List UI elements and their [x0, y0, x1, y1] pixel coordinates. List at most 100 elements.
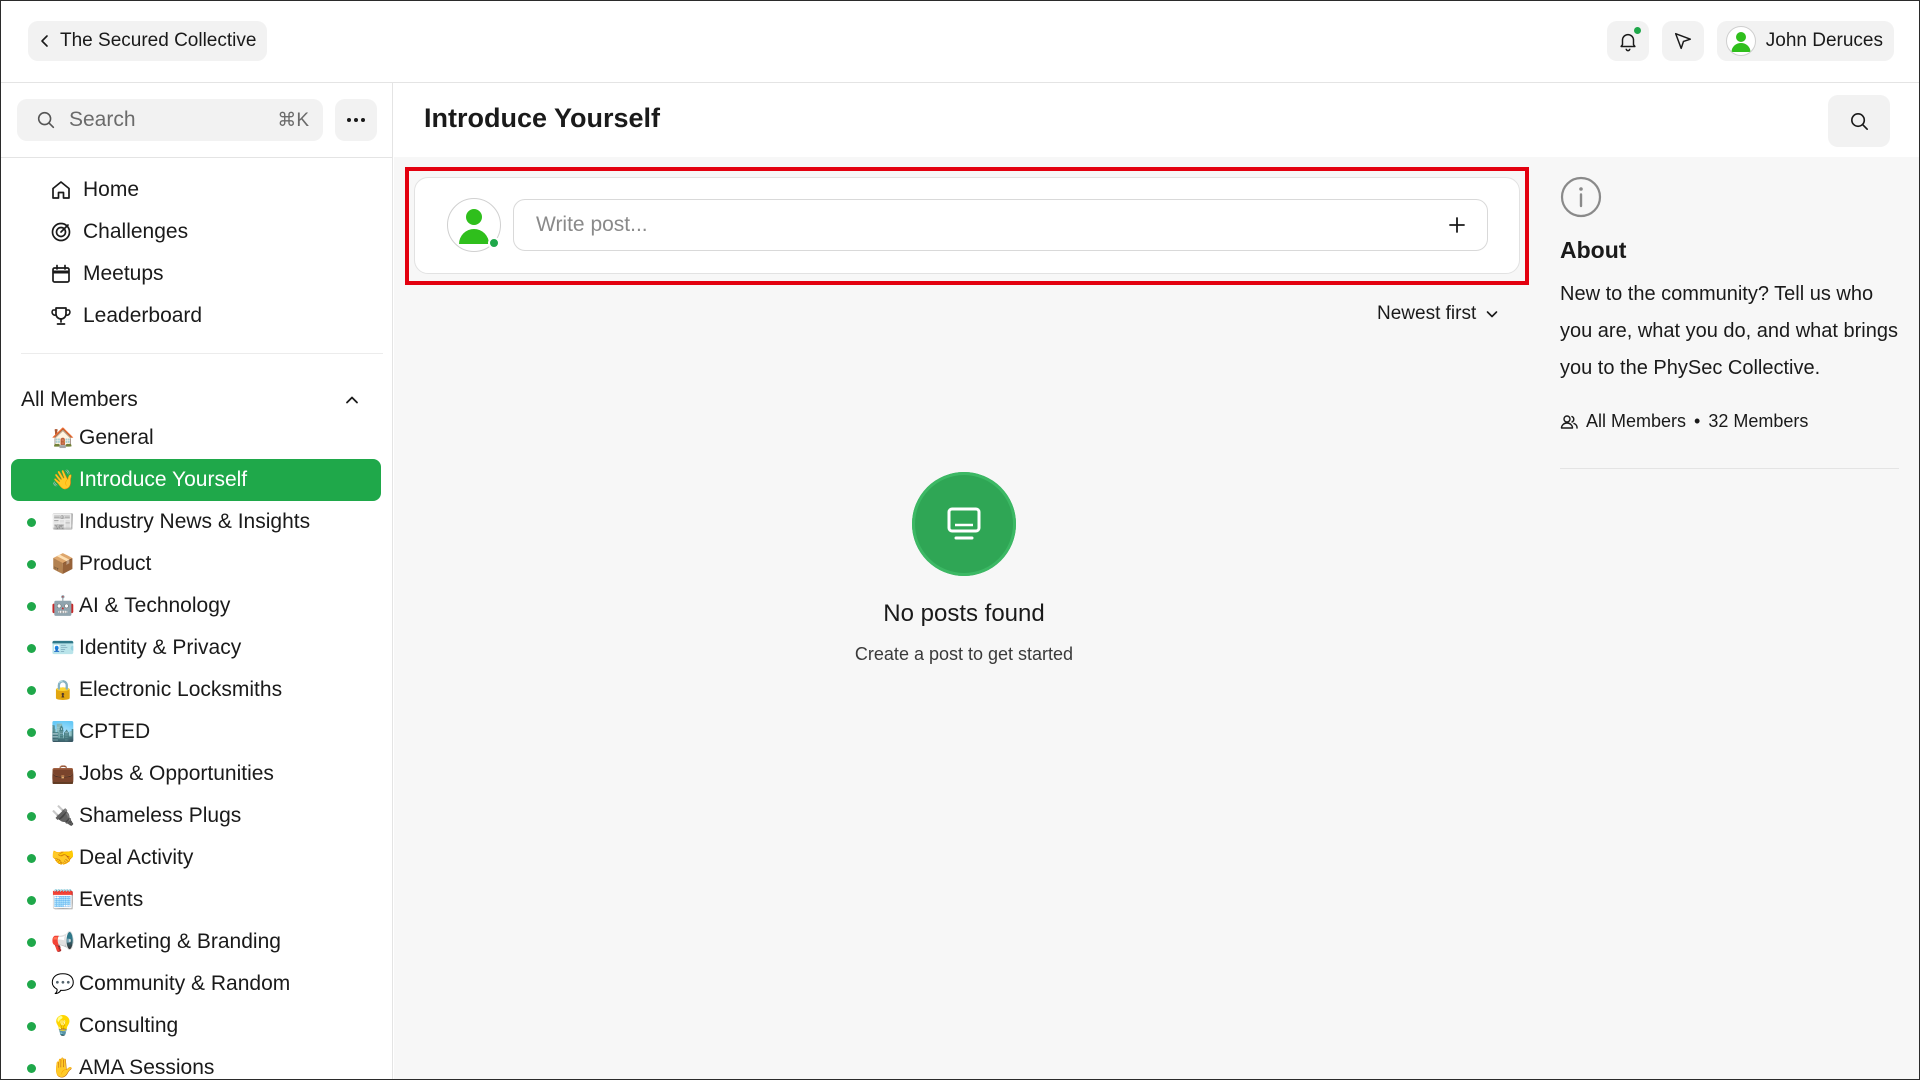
sidebar-item-label: Home — [83, 178, 140, 201]
channel-emoji-icon: 🔒 — [51, 680, 75, 701]
unread-dot — [27, 728, 36, 737]
unread-dot — [27, 1022, 36, 1031]
sidebar-item-challenges[interactable]: Challenges — [49, 211, 202, 253]
sidebar-nav: Home Challenges Meetups Leaderboard — [49, 169, 202, 337]
channel-label: Events — [79, 888, 144, 911]
app-window: The Secured Collective John Deruces Sear — [0, 0, 1920, 1080]
sidebar-item-leaderboard[interactable]: Leaderboard — [49, 295, 202, 337]
channel-item[interactable]: 🔒 Electronic Locksmiths — [11, 669, 381, 711]
unread-dot — [27, 560, 36, 569]
channel-label: Product — [79, 552, 152, 575]
post-composer: Write post... — [414, 177, 1520, 274]
community-name: The Secured Collective — [60, 30, 257, 51]
online-status-dot — [488, 237, 500, 249]
section-title: All Members — [21, 388, 138, 411]
unread-dot — [27, 980, 36, 989]
sidebar-item-label: Challenges — [83, 220, 189, 243]
sidebar-item-label: Leaderboard — [83, 304, 203, 327]
channel-emoji-icon: 📢 — [51, 932, 75, 953]
empty-state-subtitle: Create a post to get started — [854, 644, 1074, 664]
write-post-input[interactable]: Write post... — [513, 199, 1488, 251]
unread-dot — [27, 938, 36, 947]
channel-emoji-icon: 🏙️ — [51, 722, 75, 743]
messages-button[interactable] — [1661, 21, 1704, 61]
empty-state: No posts found Create a post to get star… — [754, 472, 1174, 665]
search-shortcut: ⌘K — [277, 109, 309, 131]
channel-item[interactable]: 📢 Marketing & Branding — [11, 921, 381, 963]
members-icon — [1560, 414, 1578, 429]
channel-item[interactable]: 👋 Introduce Yourself — [11, 459, 381, 501]
unread-dot — [27, 602, 36, 611]
channel-emoji-icon: 🗓️ — [51, 890, 75, 911]
channel-item[interactable]: 🗓️ Events — [11, 879, 381, 921]
channel-label: General — [79, 426, 154, 449]
channel-item[interactable]: 🏠 General — [11, 417, 381, 459]
sort-dropdown[interactable]: Newest first — [1377, 303, 1500, 325]
channel-label: Industry News & Insights — [79, 510, 311, 533]
avatar — [1725, 26, 1756, 56]
channel-item[interactable]: ✋ AMA Sessions — [11, 1047, 381, 1079]
channel-item[interactable]: 🔌 Shameless Plugs — [11, 795, 381, 837]
search-placeholder: Search — [69, 108, 136, 131]
channel-label: Shameless Plugs — [79, 804, 242, 827]
unread-dot — [27, 644, 36, 653]
notifications-button[interactable] — [1606, 21, 1649, 61]
channel-label: Deal Activity — [79, 846, 194, 869]
channel-list: 🏠 General 👋 Introduce Yourself 📰 Industry New… — [11, 417, 381, 1079]
sidebar: Search ⌘K Home Challenges Meetups Leader… — [1, 83, 393, 1079]
sidebar-divider — [1, 157, 392, 158]
channel-label: Introduce Yourself — [79, 468, 248, 491]
search-icon — [37, 111, 55, 129]
bullet-separator: • — [1694, 411, 1701, 431]
sidebar-item-home[interactable]: Home — [49, 169, 202, 211]
chevron-left-icon — [41, 35, 48, 47]
home-icon — [52, 181, 70, 199]
unread-dot — [27, 770, 36, 779]
user-menu-button[interactable]: John Deruces — [1716, 21, 1894, 61]
empty-state-title: No posts found — [883, 600, 1045, 627]
section-header-all-members[interactable]: All Members — [21, 383, 361, 417]
search-icon — [1850, 112, 1868, 130]
channel-item[interactable]: 💡 Consulting — [11, 1005, 381, 1047]
about-divider — [1560, 468, 1899, 469]
channel-label: Community & Random — [79, 972, 291, 995]
plus-icon — [1449, 217, 1465, 233]
monitor-icon — [912, 472, 1016, 576]
send-icon — [1674, 32, 1691, 50]
unread-dot — [27, 518, 36, 527]
search-posts-button[interactable] — [1828, 95, 1890, 147]
calendar-icon — [52, 264, 70, 283]
channel-item[interactable]: 📰 Industry News & Insights — [11, 501, 381, 543]
channel-emoji-icon: 💡 — [51, 1016, 75, 1037]
channel-item[interactable]: 🤖 AI & Technology — [11, 585, 381, 627]
search-input[interactable]: Search ⌘K — [17, 99, 323, 141]
channel-item[interactable]: 🤝 Deal Activity — [11, 837, 381, 879]
sidebar-search-row: Search ⌘K — [17, 99, 377, 141]
sidebar-divider — [21, 353, 383, 354]
info-icon — [1560, 176, 1602, 218]
about-description: New to the community? Tell us who you ar… — [1560, 283, 1898, 379]
channel-item[interactable]: 💼 Jobs & Opportunities — [11, 753, 381, 795]
unread-dot — [27, 1064, 36, 1073]
back-to-community-button[interactable]: The Secured Collective — [28, 21, 268, 61]
sidebar-item-meetups[interactable]: Meetups — [49, 253, 202, 295]
more-options-button[interactable] — [335, 99, 377, 141]
channel-emoji-icon: 🔌 — [51, 806, 75, 827]
about-group[interactable]: All Members — [1586, 411, 1686, 432]
channel-emoji-icon: 🪪 — [51, 638, 75, 659]
channel-emoji-icon: 🤝 — [51, 848, 75, 869]
channel-item[interactable]: 💬 Community & Random — [11, 963, 381, 1005]
channel-item[interactable]: 📦 Product — [11, 543, 381, 585]
main-header: Introduce Yourself — [394, 83, 1919, 157]
channel-label: CPTED — [79, 720, 151, 743]
user-avatar-icon — [459, 209, 489, 244]
about-member-count[interactable]: 32 Members — [1708, 411, 1808, 432]
ellipsis-icon — [347, 118, 365, 122]
channel-label: Electronic Locksmiths — [79, 678, 283, 701]
channel-emoji-icon: 👋 — [51, 470, 75, 491]
channel-item[interactable]: 🪪 Identity & Privacy — [11, 627, 381, 669]
channel-emoji-icon: 📰 — [51, 512, 75, 533]
channel-item[interactable]: 🏙️ CPTED — [11, 711, 381, 753]
unread-dot — [27, 896, 36, 905]
channel-emoji-icon: ✋ — [51, 1058, 75, 1079]
